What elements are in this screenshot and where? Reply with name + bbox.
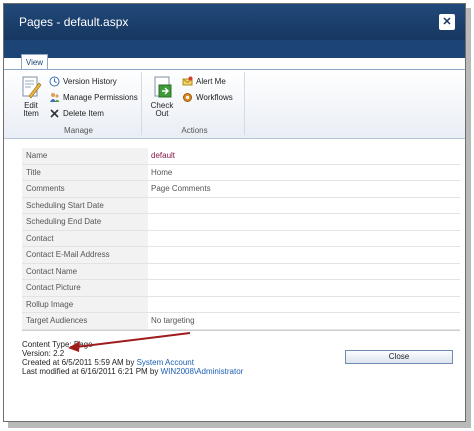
property-row: Contact <box>22 230 460 247</box>
manage-permissions-label: Manage Permissions <box>63 93 138 102</box>
property-label: Target Audiences <box>22 313 148 329</box>
version-history-button[interactable]: Version History <box>49 76 117 89</box>
ribbon-group-actions: Check Out Alert Me Workflows Actions <box>145 72 245 135</box>
property-label: Scheduling Start Date <box>22 197 148 213</box>
property-value <box>148 280 460 296</box>
alert-me-label: Alert Me <box>196 77 226 86</box>
property-label: Title <box>22 164 148 180</box>
property-row: Comments Page Comments <box>22 181 460 198</box>
property-row: Rollup Image <box>22 296 460 313</box>
dialog-window: Pages - default.aspx ✕ View Edit Item Ve… <box>3 3 466 422</box>
property-row: Title Home <box>22 164 460 181</box>
edit-item-button[interactable]: Edit Item <box>18 76 44 118</box>
property-row: Name default <box>22 148 460 165</box>
workflows-icon <box>183 93 192 103</box>
close-button[interactable]: Close <box>345 350 453 364</box>
actions-group-label: Actions <box>181 126 208 135</box>
modified-info: Last modified at 6/16/2011 6:21 PM by WI… <box>22 367 243 376</box>
property-value <box>148 231 460 247</box>
workflows-button[interactable]: Workflows <box>182 92 233 105</box>
property-value: Home <box>151 167 173 177</box>
created-info: Created at 6/5/2011 5:59 AM by System Ac… <box>22 358 243 367</box>
ribbon-group-manage: Edit Item Version History Manage Permiss… <box>16 72 142 135</box>
property-row: Target Audiences No targeting <box>22 313 460 330</box>
property-row: Contact E-Mail Address <box>22 247 460 264</box>
annotation-arrow <box>68 332 191 352</box>
property-value <box>148 214 460 230</box>
ribbon-tab-row <box>4 40 465 58</box>
delete-item-icon <box>50 109 59 118</box>
property-value <box>148 297 460 313</box>
ribbon: Edit Item Version History Manage Permiss… <box>4 69 465 139</box>
title-bar: Pages - default.aspx ✕ <box>4 4 465 40</box>
property-value: Page Comments <box>151 184 211 193</box>
modified-by-link[interactable]: WIN2008\Administrator <box>161 367 244 376</box>
created-by-link[interactable]: System Account <box>137 358 194 367</box>
manage-permissions-button[interactable]: Manage Permissions <box>49 92 138 105</box>
property-label: Name <box>22 148 148 164</box>
close-icon[interactable]: ✕ <box>439 14 455 30</box>
window-title: Pages - default.aspx <box>19 15 129 29</box>
property-value-link[interactable]: default <box>148 148 460 164</box>
properties-grid: Name default Title Home Comments Page Comment… <box>22 148 460 330</box>
alert-me-icon <box>182 76 193 86</box>
delete-item-label: Delete Item <box>63 109 104 118</box>
delete-item-button[interactable]: Delete Item <box>49 108 104 121</box>
property-row: Contact Name <box>22 263 460 280</box>
edit-item-label: Edit Item <box>23 101 39 118</box>
property-value <box>148 247 460 263</box>
manage-permissions-icon <box>50 93 60 103</box>
check-out-button[interactable]: Check Out <box>149 76 175 118</box>
edit-item-icon <box>22 76 42 99</box>
check-out-icon <box>154 76 172 98</box>
created-text: Created at 6/5/2011 5:59 AM by <box>22 358 137 367</box>
modified-text: Last modified at 6/16/2011 6:21 PM by <box>22 367 161 376</box>
property-label: Comments <box>22 181 148 197</box>
alert-me-button[interactable]: Alert Me <box>182 76 226 89</box>
manage-group-label: Manage <box>64 126 93 135</box>
property-value <box>148 198 460 214</box>
property-label: Contact Picture <box>22 280 148 296</box>
version-history-label: Version History <box>63 77 117 86</box>
property-label: Contact Name <box>22 263 148 279</box>
property-row: Scheduling End Date <box>22 214 460 231</box>
property-label: Contact E-Mail Address <box>22 247 148 263</box>
property-value: No targeting <box>151 316 195 325</box>
property-row: Scheduling Start Date <box>22 197 460 214</box>
property-label: Contact <box>22 230 148 246</box>
property-value <box>148 264 460 280</box>
property-label: Scheduling End Date <box>22 214 148 230</box>
property-label: Rollup Image <box>22 296 148 312</box>
version-history-icon <box>49 76 60 87</box>
workflows-label: Workflows <box>196 93 233 102</box>
tab-view[interactable]: View <box>21 54 48 70</box>
check-out-label: Check Out <box>150 101 174 118</box>
property-row: Contact Picture <box>22 280 460 297</box>
